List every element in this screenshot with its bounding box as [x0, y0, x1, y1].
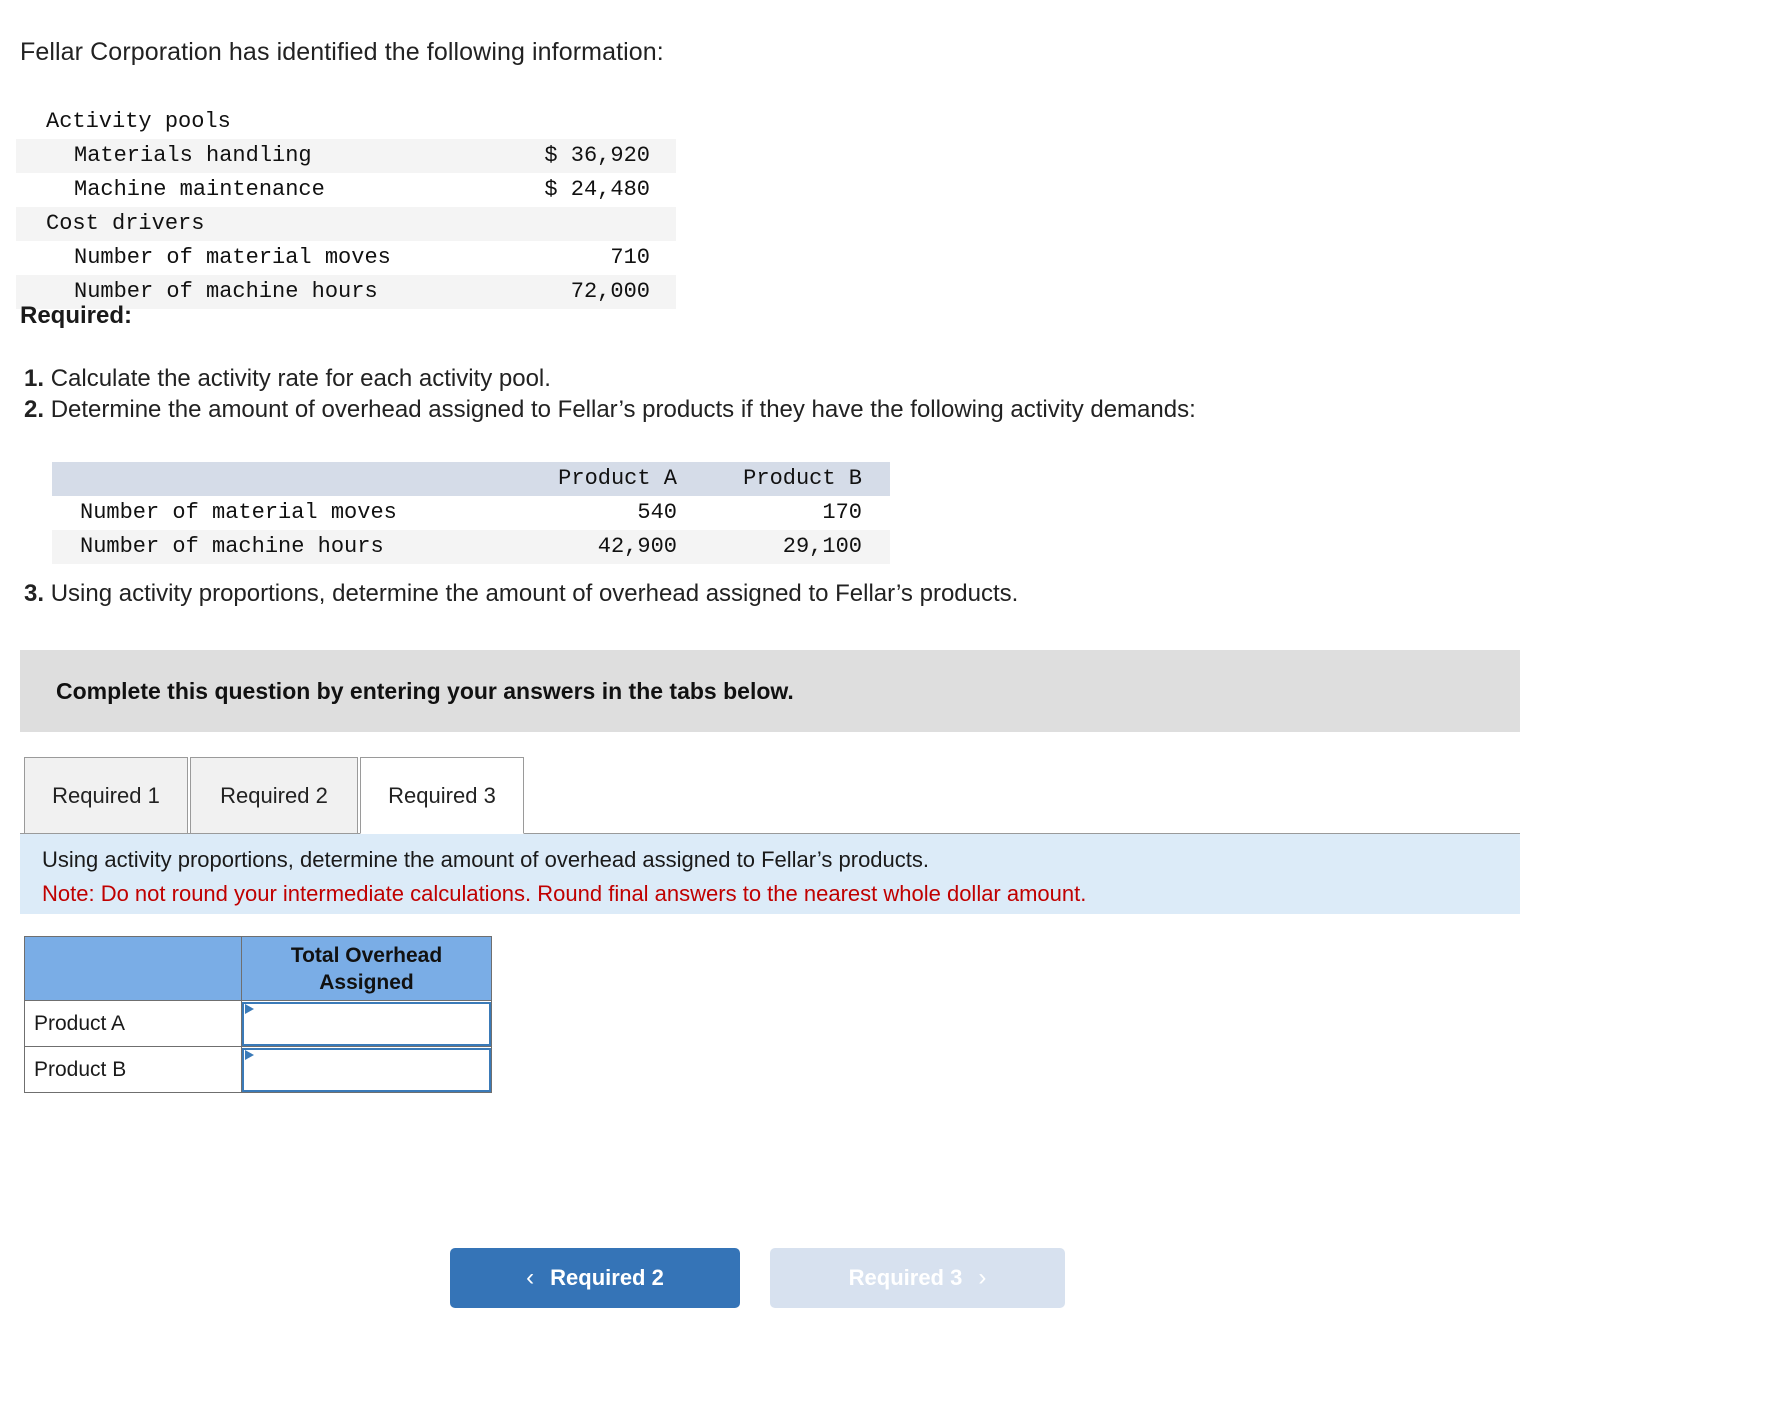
required-tabs: Required 1 Required 2 Required 3	[20, 757, 1520, 834]
table-row: Number of material moves 710	[16, 241, 676, 275]
previous-button-label: Required 2	[550, 1265, 664, 1290]
intro-text: Fellar Corporation has identified the fo…	[20, 38, 664, 66]
answer-column-header: Total Overhead Assigned	[241, 936, 492, 1001]
table-header-row: Total Overhead Assigned	[24, 936, 492, 1001]
answer-row-label-product-b: Product B	[24, 1046, 242, 1093]
required-item-number: 1.	[24, 365, 45, 392]
activity-facts-table: Activity pools Materials handling $ 36,9…	[16, 105, 676, 309]
overhead-input-product-b[interactable]	[242, 1047, 491, 1092]
facts-label: Activity pools	[46, 109, 231, 134]
question-page: Fellar Corporation has identified the fo…	[0, 0, 1784, 1406]
rounding-note: Note: Do not round your intermediate cal…	[42, 881, 1087, 906]
facts-label: Materials handling	[74, 143, 312, 168]
answer-row-label-product-a: Product A	[24, 1000, 242, 1047]
table-header-row: Product A Product B	[52, 462, 890, 496]
table-row: Activity pools	[16, 105, 676, 139]
activity-demands-table: Product A Product B Number of material m…	[52, 462, 890, 564]
answer-corner-header	[24, 936, 242, 1001]
demand-value-a: 540	[637, 500, 677, 525]
previous-required-button[interactable]: ‹ Required 2	[450, 1248, 740, 1308]
answer-input-cell-product-a[interactable]	[241, 1000, 492, 1047]
facts-value: 710	[610, 245, 650, 270]
instruction-text: Using activity proportions, determine th…	[42, 847, 929, 872]
chevron-left-icon: ‹	[526, 1264, 535, 1291]
facts-label: Machine maintenance	[74, 177, 325, 202]
demand-header-product-a: Product A	[520, 462, 705, 496]
required-item-2: 2. Determine the amount of overhead assi…	[24, 396, 1196, 424]
answer-table: Total Overhead Assigned Product A Produc…	[24, 936, 492, 1093]
tab-required-3[interactable]: Required 3	[360, 757, 524, 834]
facts-value	[426, 105, 676, 139]
tab-required-1[interactable]: Required 1	[24, 757, 188, 834]
answer-input-cell-product-b[interactable]	[241, 1046, 492, 1093]
tab-navigation: ‹ Required 2 Required 3 ›	[450, 1248, 1150, 1308]
required-item-3: 3. Using activity proportions, determine…	[24, 580, 1018, 608]
required-item-1: 1. Calculate the activity rate for each …	[24, 365, 551, 393]
demand-value-a: 42,900	[597, 534, 677, 559]
table-row: Number of machine hours 42,900 29,100	[52, 530, 890, 564]
table-row: Product B	[24, 1046, 492, 1093]
demand-corner-header	[52, 462, 520, 496]
facts-value: $ 36,920	[544, 143, 650, 168]
chevron-right-icon: ›	[978, 1264, 987, 1291]
table-row: Product A	[24, 1000, 492, 1047]
demand-label: Number of material moves	[80, 500, 397, 525]
required-item-text: Determine the amount of overhead assigne…	[50, 396, 1196, 423]
facts-label: Number of material moves	[74, 245, 391, 270]
tab-label: Required 2	[220, 782, 328, 808]
demand-header-product-b: Product B	[705, 462, 890, 496]
required-item-text: Using activity proportions, determine th…	[50, 580, 1019, 607]
demand-value-b: 29,100	[782, 534, 862, 559]
facts-value: $ 24,480	[544, 177, 650, 202]
instructions-box: Using activity proportions, determine th…	[20, 834, 1520, 914]
banner-text: Complete this question by entering your …	[56, 677, 794, 704]
required-item-number: 2.	[24, 396, 45, 423]
facts-label: Cost drivers	[46, 211, 205, 236]
next-button-label: Required 3	[848, 1265, 963, 1290]
demand-value-b: 170	[822, 500, 862, 525]
tab-label: Required 3	[388, 782, 496, 808]
next-required-button[interactable]: Required 3 ›	[770, 1248, 1065, 1308]
facts-value: 72,000	[570, 279, 650, 304]
overhead-input-product-a[interactable]	[242, 1001, 491, 1046]
facts-value	[426, 207, 676, 241]
table-row: Materials handling $ 36,920	[16, 139, 676, 173]
table-row: Machine maintenance $ 24,480	[16, 173, 676, 207]
tab-required-2[interactable]: Required 2	[190, 757, 358, 834]
required-heading: Required:	[20, 302, 133, 329]
required-item-text: Calculate the activity rate for each act…	[50, 365, 551, 392]
demand-label: Number of machine hours	[80, 534, 384, 559]
tab-label: Required 1	[52, 782, 160, 808]
table-row: Number of material moves 540 170	[52, 496, 890, 530]
required-item-number: 3.	[24, 580, 45, 607]
complete-question-banner: Complete this question by entering your …	[20, 650, 1520, 732]
table-row: Cost drivers	[16, 207, 676, 241]
